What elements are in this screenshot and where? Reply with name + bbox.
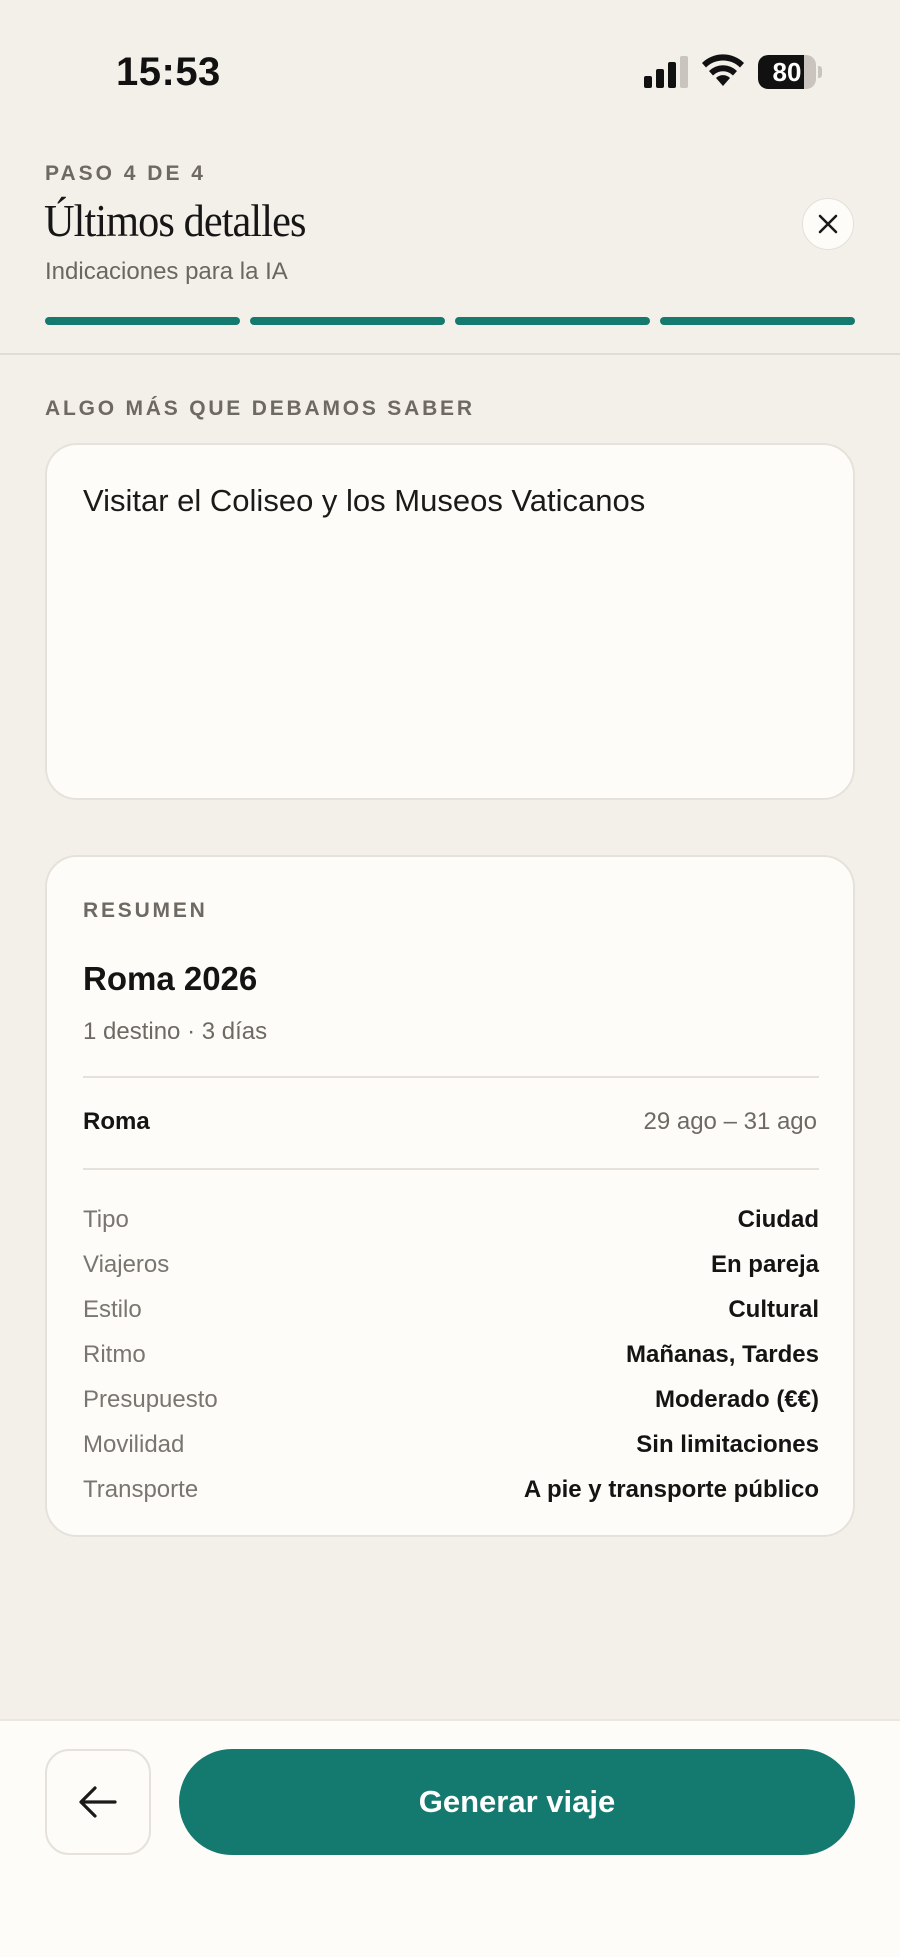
progress-segment	[250, 317, 445, 325]
summary-label: RESUMEN	[83, 899, 208, 922]
detail-value: A pie y transporte público	[523, 1475, 819, 1503]
page-subtitle: Indicaciones para la IA	[45, 258, 288, 285]
battery-nub	[818, 66, 822, 78]
detail-row-estilo: Estilo Cultural	[83, 1287, 819, 1332]
detail-key: Presupuesto	[83, 1385, 218, 1413]
progress-segment	[45, 317, 240, 325]
notes-label: ALGO MÁS QUE DEBAMOS SABER	[45, 397, 475, 420]
detail-row-viajeros: Viajeros En pareja	[83, 1242, 819, 1287]
detail-value: Cultural	[728, 1295, 819, 1323]
summary-divider	[83, 1168, 819, 1170]
detail-row-ritmo: Ritmo Mañanas, Tardes	[83, 1332, 819, 1377]
detail-value: En pareja	[710, 1250, 819, 1278]
status-time: 15:53	[116, 50, 221, 94]
summary-divider	[83, 1076, 819, 1078]
arrow-left-icon	[79, 1786, 117, 1818]
destination-dates: 29 ago – 31 ago	[643, 1108, 818, 1135]
detail-value: Sin limitaciones	[636, 1430, 819, 1458]
detail-value: Moderado (€€)	[654, 1385, 819, 1413]
notes-textarea[interactable]: Visitar el Coliseo y los Museos Vaticano…	[45, 443, 855, 800]
detail-key: Viajeros	[83, 1250, 170, 1278]
back-button[interactable]	[45, 1749, 151, 1855]
detail-value: Ciudad	[737, 1205, 819, 1233]
header-divider	[0, 353, 900, 355]
destination-name: Roma	[83, 1108, 150, 1135]
bottom-action-bar: Generar viaje	[0, 1719, 900, 1957]
detail-row-transporte: Transporte A pie y transporte público	[83, 1467, 819, 1512]
detail-key: Ritmo	[83, 1340, 146, 1368]
screen: 15:53 80 PASO 4 DE 4 Últimos detalles In…	[0, 0, 900, 1957]
battery-level: 80	[772, 57, 802, 87]
progress-bar	[45, 317, 855, 325]
progress-segment	[660, 317, 855, 325]
detail-row-presupuesto: Presupuesto Moderado (€€)	[83, 1377, 819, 1422]
detail-key: Tipo	[83, 1205, 129, 1233]
detail-value: Mañanas, Tardes	[626, 1340, 819, 1368]
page-title: Últimos detalles	[44, 195, 306, 246]
progress-segment	[455, 317, 650, 325]
status-bar: 15:53 80	[0, 0, 900, 140]
details-list: Tipo Ciudad Viajeros En pareja Estilo Cu…	[83, 1197, 819, 1512]
summary-card: RESUMEN Roma 2026 1 destino · 3 días Rom…	[45, 855, 855, 1537]
detail-row-movilidad: Movilidad Sin limitaciones	[83, 1422, 819, 1467]
signal-icon	[644, 56, 688, 88]
generate-trip-button[interactable]: Generar viaje	[179, 1749, 855, 1855]
step-indicator: PASO 4 DE 4	[45, 162, 206, 185]
detail-key: Movilidad	[83, 1430, 185, 1458]
detail-key: Estilo	[83, 1295, 142, 1323]
detail-key: Transporte	[83, 1475, 199, 1503]
trip-meta: 1 destino · 3 días	[83, 1018, 268, 1045]
wifi-icon	[702, 54, 744, 86]
detail-row-tipo: Tipo Ciudad	[83, 1197, 819, 1242]
battery-body: 80	[758, 55, 816, 89]
close-button[interactable]	[802, 198, 854, 250]
trip-name: Roma 2026	[83, 960, 258, 997]
battery-icon: 80	[758, 55, 822, 89]
close-icon	[818, 214, 838, 234]
